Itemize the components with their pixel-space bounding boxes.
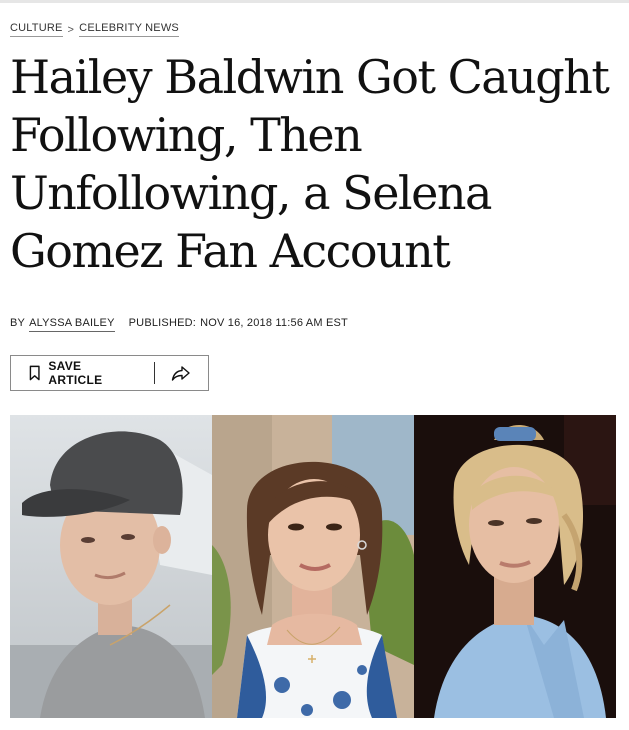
breadcrumb-celebrity-news-link[interactable]: CELEBRITY NEWS (79, 22, 179, 37)
article-actions: SAVE ARTICLE (10, 355, 209, 391)
breadcrumb-separator: > (67, 23, 75, 36)
byline-by-label: BY (10, 317, 26, 329)
share-button[interactable] (155, 356, 208, 390)
breadcrumb-culture-link[interactable]: CULTURE (10, 22, 63, 37)
brunette-woman-floral-dress-photo (212, 415, 414, 718)
bookmark-icon (29, 365, 40, 381)
author-link[interactable]: ALYSSA BAILEY (29, 317, 115, 332)
save-article-button[interactable]: SAVE ARTICLE (11, 356, 134, 390)
breadcrumb: CULTURE > CELEBRITY NEWS (10, 22, 179, 37)
top-border (0, 0, 629, 3)
save-article-label: SAVE ARTICLE (48, 359, 103, 387)
hero-image (10, 415, 616, 718)
published-date: NOV 16, 2018 11:56 AM EST (200, 317, 348, 329)
article-headline: Hailey Baldwin Got Caught Following, The… (10, 50, 610, 278)
published-label: PUBLISHED: (128, 317, 197, 329)
man-in-grey-cap-photo (10, 415, 212, 718)
byline: BY ALYSSA BAILEY PUBLISHED: NOV 16, 2018… (10, 317, 348, 332)
share-arrow-icon (172, 366, 191, 381)
blonde-woman-blue-shirt-photo (414, 415, 616, 718)
